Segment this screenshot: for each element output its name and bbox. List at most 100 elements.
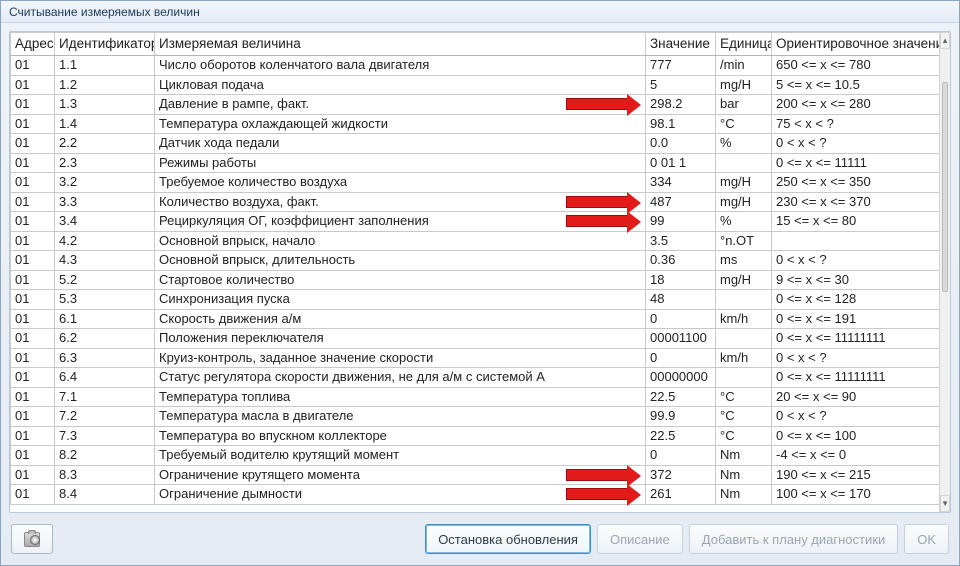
cell-unit: % — [716, 134, 772, 154]
measurements-table: Адрес Идентификатор Измеряемая величина … — [10, 32, 939, 505]
col-val-header[interactable]: Значение — [646, 33, 716, 56]
table-row[interactable]: 016.2Положения переключателя000011000 <=… — [11, 329, 940, 349]
cell-val: 777 — [646, 56, 716, 76]
table-row[interactable]: 014.2Основной впрыск, начало3.5°n.OT — [11, 231, 940, 251]
cell-addr: 01 — [11, 95, 55, 115]
cell-addr: 01 — [11, 75, 55, 95]
cell-name: Температура охлаждающей жидкости — [155, 114, 646, 134]
cell-ref: 0 < x < ? — [772, 251, 940, 271]
table-row[interactable]: 013.2Требуемое количество воздуха334mg/H… — [11, 173, 940, 193]
cell-unit: mg/H — [716, 75, 772, 95]
cell-name: Требуемое количество воздуха — [155, 173, 646, 193]
cell-val: 22.5 — [646, 426, 716, 446]
cell-unit — [716, 368, 772, 388]
col-id-header[interactable]: Идентификатор — [55, 33, 155, 56]
table-row[interactable]: 015.3Синхронизация пуска480 <= x <= 128 — [11, 290, 940, 310]
cell-unit: Nm — [716, 446, 772, 466]
table-header-row: Адрес Идентификатор Измеряемая величина … — [11, 33, 940, 56]
cell-ref — [772, 231, 940, 251]
cell-id: 4.3 — [55, 251, 155, 271]
description-button[interactable]: Описание — [597, 524, 683, 554]
cell-val: 99.9 — [646, 407, 716, 427]
cell-addr: 01 — [11, 446, 55, 466]
cell-val: 98.1 — [646, 114, 716, 134]
cell-ref: 0 <= x <= 128 — [772, 290, 940, 310]
cell-val: 00000000 — [646, 368, 716, 388]
cell-ref: 250 <= x <= 350 — [772, 173, 940, 193]
cell-id: 1.4 — [55, 114, 155, 134]
cell-ref: 0 <= x <= 11111 — [772, 153, 940, 173]
table-row[interactable]: 012.3Режимы работы0 01 10 <= x <= 11111 — [11, 153, 940, 173]
table-row[interactable]: 017.3Температура во впускном коллекторе2… — [11, 426, 940, 446]
table-row[interactable]: 011.4Температура охлаждающей жидкости98.… — [11, 114, 940, 134]
scroll-thumb[interactable] — [942, 82, 948, 292]
screenshot-button[interactable] — [11, 524, 53, 554]
cell-ref: 0 <= x <= 11111111 — [772, 368, 940, 388]
cell-addr: 01 — [11, 153, 55, 173]
cell-name: Положения переключателя — [155, 329, 646, 349]
cell-addr: 01 — [11, 290, 55, 310]
stop-update-button[interactable]: Остановка обновления — [425, 524, 591, 554]
cell-unit: km/h — [716, 348, 772, 368]
table-row[interactable]: 014.3Основной впрыск, длительность0.36ms… — [11, 251, 940, 271]
cell-val: 0.36 — [646, 251, 716, 271]
ok-button[interactable]: OK — [904, 524, 949, 554]
cell-name: Статус регулятора скорости движения, не … — [155, 368, 646, 388]
cell-id: 1.3 — [55, 95, 155, 115]
cell-id: 8.3 — [55, 465, 155, 485]
table-row[interactable]: 017.2Температура масла в двигателе99.9°C… — [11, 407, 940, 427]
cell-addr: 01 — [11, 251, 55, 271]
cell-ref: 650 <= x <= 780 — [772, 56, 940, 76]
table-wrap: Адрес Идентификатор Измеряемая величина … — [10, 32, 939, 512]
cell-name: Синхронизация пуска — [155, 290, 646, 310]
table-row[interactable]: 013.4Рециркуляция ОГ, коэффициент заполн… — [11, 212, 940, 232]
annotation-arrow — [566, 98, 628, 110]
table-row[interactable]: 016.3Круиз-контроль, заданное значение с… — [11, 348, 940, 368]
cell-id: 1.2 — [55, 75, 155, 95]
cell-addr: 01 — [11, 348, 55, 368]
table-row[interactable]: 012.2Датчик хода педали0.0%0 < x < ? — [11, 134, 940, 154]
cell-unit: km/h — [716, 309, 772, 329]
cell-addr: 01 — [11, 407, 55, 427]
cell-id: 6.3 — [55, 348, 155, 368]
cell-name: Режимы работы — [155, 153, 646, 173]
table-row[interactable]: 013.3Количество воздуха, факт.487mg/H230… — [11, 192, 940, 212]
bottom-toolbar: Остановка обновления Описание Добавить к… — [1, 513, 959, 565]
cell-val: 00001100 — [646, 329, 716, 349]
col-name-header[interactable]: Измеряемая величина — [155, 33, 646, 56]
col-addr-header[interactable]: Адрес — [11, 33, 55, 56]
cell-ref: 0 < x < ? — [772, 134, 940, 154]
add-to-plan-button[interactable]: Добавить к плану диагностики — [689, 524, 898, 554]
cell-name: Температура во впускном коллекторе — [155, 426, 646, 446]
cell-addr: 01 — [11, 270, 55, 290]
cell-id: 2.3 — [55, 153, 155, 173]
cell-unit: /min — [716, 56, 772, 76]
cell-name: Скорость движения а/м — [155, 309, 646, 329]
table-row[interactable]: 011.3Давление в рампе, факт.298.2bar200 … — [11, 95, 940, 115]
cell-val: 22.5 — [646, 387, 716, 407]
cell-addr: 01 — [11, 387, 55, 407]
table-row[interactable]: 018.4Ограничение дымности261Nm100 <= x <… — [11, 485, 940, 505]
vertical-scrollbar[interactable]: ▲ ▼ — [939, 32, 950, 512]
cell-unit: mg/H — [716, 192, 772, 212]
cell-name: Температура масла в двигателе — [155, 407, 646, 427]
cell-val: 0 — [646, 309, 716, 329]
col-ref-header[interactable]: Ориентировочное значение — [772, 33, 940, 56]
table-row[interactable]: 018.3Ограничение крутящего момента372Nm1… — [11, 465, 940, 485]
cell-addr: 01 — [11, 309, 55, 329]
scroll-up-button[interactable]: ▲ — [940, 32, 950, 49]
cell-ref: 230 <= x <= 370 — [772, 192, 940, 212]
table-row[interactable]: 016.4Статус регулятора скорости движения… — [11, 368, 940, 388]
table-row[interactable]: 011.2Цикловая подача5mg/H5 <= x <= 10.5 — [11, 75, 940, 95]
cell-ref: 0 < x < ? — [772, 407, 940, 427]
scroll-down-button[interactable]: ▼ — [940, 495, 950, 512]
col-unit-header[interactable]: Единица — [716, 33, 772, 56]
table-row[interactable]: 017.1Температура топлива22.5°C20 <= x <=… — [11, 387, 940, 407]
table-row[interactable]: 015.2Стартовое количество18mg/H9 <= x <=… — [11, 270, 940, 290]
table-row[interactable]: 011.1Число оборотов коленчатого вала дви… — [11, 56, 940, 76]
cell-unit: % — [716, 212, 772, 232]
table-row[interactable]: 016.1Скорость движения а/м0km/h0 <= x <=… — [11, 309, 940, 329]
cell-id: 3.4 — [55, 212, 155, 232]
cell-id: 3.3 — [55, 192, 155, 212]
table-row[interactable]: 018.2Требуемый водителю крутящий момент0… — [11, 446, 940, 466]
